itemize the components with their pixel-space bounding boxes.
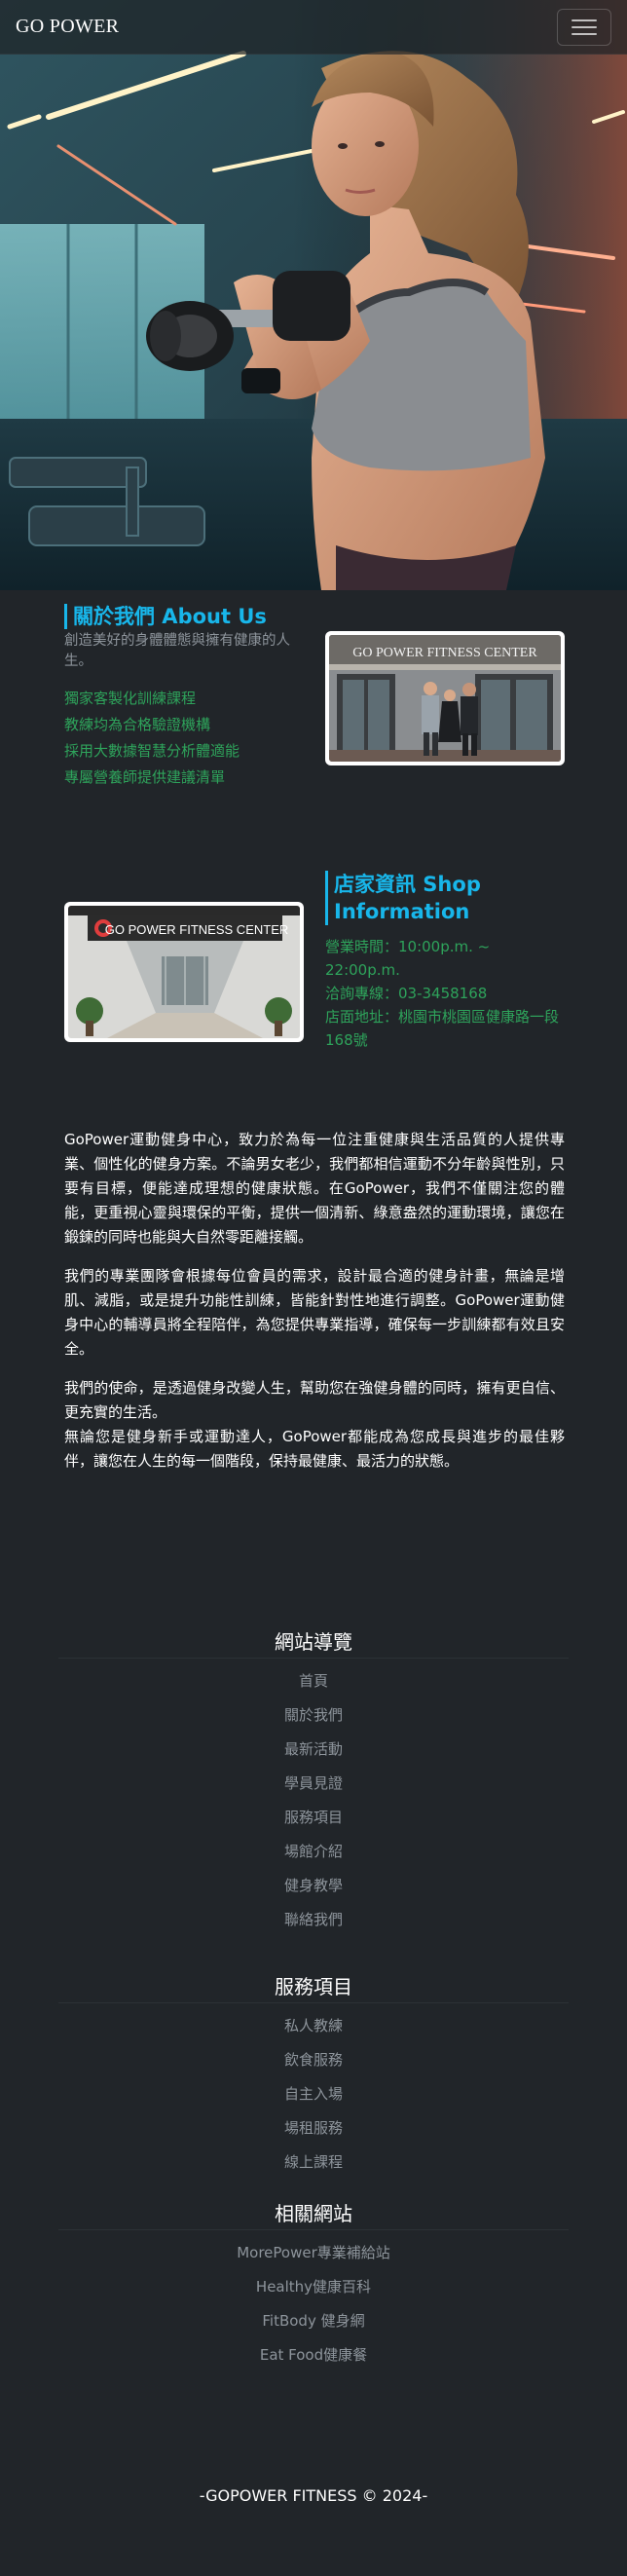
footer-link-fitbody[interactable]: FitBody 健身網 — [0, 2304, 627, 2338]
footer-link-venue-rental[interactable]: 場租服務 — [0, 2111, 627, 2146]
footer-link-contact[interactable]: 聯絡我們 — [0, 1903, 627, 1937]
footer-link-testimonials[interactable]: 學員見證 — [0, 1767, 627, 1801]
shop-info: 營業時間：10:00p.m. ~ 22:00p.m. 洽詢專線：03-34581… — [325, 935, 569, 1052]
footer-link-events[interactable]: 最新活動 — [0, 1733, 627, 1767]
shop-section: 店家資訊 Shop Information 營業時間：10:00p.m. ~ 2… — [325, 871, 569, 1052]
footer-link-self-entry[interactable]: 自主入場 — [0, 2077, 627, 2111]
navbar-toggle-button[interactable] — [557, 8, 611, 46]
footer-link-morepower[interactable]: MorePower專業補給站 — [0, 2236, 627, 2270]
copyright: -GOPOWER FITNESS © 2024- — [199, 2486, 428, 2505]
footer-link-tutorials[interactable]: 健身教學 — [0, 1869, 627, 1903]
intro-paragraph: 我們的專業團隊會根據每位會員的需求，設計最合適的健身計畫，無論是增肌、減脂，或是… — [64, 1267, 565, 1358]
footer-nav-title: 網站導覽 — [58, 1628, 569, 1659]
footer-link-online-courses[interactable]: 線上課程 — [0, 2146, 627, 2180]
intro-paragraph: GoPower運動健身中心，致力於為每一位注重健康與生活品質的人提供專業、個性化… — [64, 1131, 565, 1246]
shop-hours: 營業時間：10:00p.m. ~ 22:00p.m. — [325, 938, 491, 979]
mission-text: 無論您是健身新手或運動達人，GoPower都能成為您成長與進步的最佳夥伴，讓您在… — [64, 1428, 565, 1470]
footer-link-about[interactable]: 關於我們 — [0, 1699, 627, 1733]
footer-link-diet[interactable]: 飲食服務 — [0, 2043, 627, 2077]
brand-logo[interactable]: GO POWER — [16, 16, 119, 38]
about-photo: GO POWER FITNESS CENTER — [325, 631, 565, 765]
footer-services-title: 服務項目 — [58, 1973, 569, 2003]
store-sign: GO POWER FITNESS CENTER — [352, 646, 537, 660]
footer-link-personal-trainer[interactable]: 私人教練 — [0, 2009, 627, 2043]
shop-title: 店家資訊 Shop Information — [325, 871, 569, 925]
intro-paragraph: 我們的使命，是透過健身改變人生，幫助您在強健身體的同時，擁有更自信、更充實的生活… — [64, 1376, 565, 1474]
footer-link-services[interactable]: 服務項目 — [0, 1801, 627, 1835]
store-sign: GO POWER FITNESS CENTER — [105, 922, 289, 937]
shop-photo: GO POWER FITNESS CENTER — [64, 902, 304, 1042]
navbar: GO POWER — [0, 0, 627, 55]
footer-related-title: 相關網站 — [58, 2200, 569, 2230]
about-title: 關於我們 About Us — [64, 604, 563, 629]
list-item: 專屬營養師提供建議清單 — [64, 768, 226, 786]
footer-related-sites: 相關網站 MorePower專業補給站 Healthy健康百科 FitBody … — [0, 2200, 627, 2372]
intro-section: GoPower運動健身中心，致力於為每一位注重健康與生活品質的人提供專業、個性化… — [64, 1128, 565, 1474]
hamburger-menu-icon — [572, 19, 597, 21]
mission-text: 我們的使命，是透過健身改變人生，幫助您在強健身體的同時，擁有更自信、更充實的生活… — [64, 1379, 565, 1421]
footer-site-nav: 網站導覽 首頁 關於我們 最新活動 學員見證 服務項目 場館介紹 健身教學 聯絡… — [0, 1628, 627, 1937]
footer-link-eatfood[interactable]: Eat Food健康餐 — [0, 2338, 627, 2372]
footer-link-home[interactable]: 首頁 — [0, 1664, 627, 1699]
shop-phone: 洽詢專線：03-3458168 — [325, 985, 488, 1002]
about-subtitle: 創造美好的身體體態與擁有健康的人生。 — [64, 633, 290, 669]
footer-services: 服務項目 私人教練 飲食服務 自主入場 場租服務 線上課程 — [0, 1973, 627, 2180]
shop-address: 店面地址：桃園市桃園區健康路一段168號 — [325, 1008, 560, 1049]
footer-link-venue[interactable]: 場館介紹 — [0, 1835, 627, 1869]
footer-link-healthy[interactable]: Healthy健康百科 — [0, 2270, 627, 2304]
hero-image — [0, 0, 627, 590]
